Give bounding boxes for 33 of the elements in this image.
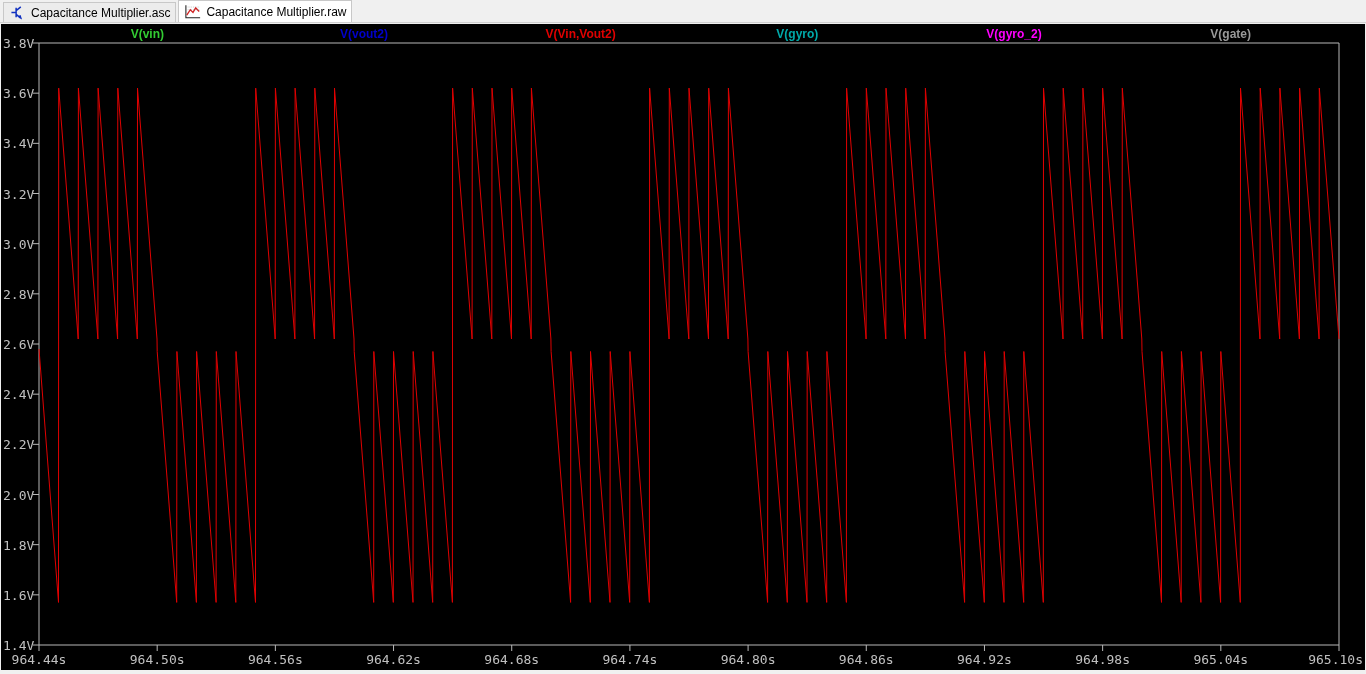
x-axis-label: 965.04s [1193,652,1249,667]
y-axis-label: 1.8V [3,537,35,553]
x-axis-label: 964.56s [247,652,303,667]
x-axis-label: 964.62s [366,652,421,667]
y-axis-label: 2.4V [3,387,35,403]
x-axis-label: 964.92s [957,652,1012,667]
x-axis-label: 964.80s [720,652,776,667]
trace-label[interactable]: V(gate) [1210,27,1251,41]
document-tab[interactable]: Capacitance Multiplier.raw [178,0,353,22]
y-axis-label: 2.2V [3,437,35,453]
document-tab[interactable]: Capacitance Multiplier.asc [3,2,177,22]
y-axis-label: 3.4V [3,136,35,152]
x-axis-label: 964.44s [11,652,67,667]
trace-label[interactable]: V(Vin,Vout2) [545,27,616,41]
x-axis-label: 964.86s [838,652,894,667]
x-axis-label: 964.68s [484,652,540,667]
trace-label[interactable]: V(gyro) [776,27,819,41]
y-axis-label: 3.2V [3,186,35,202]
y-axis-label: 2.0V [3,487,35,503]
trace-label[interactable]: V(gyro_2) [986,27,1042,41]
y-axis-label: 3.0V [3,236,35,252]
x-axis-label: 964.50s [129,652,185,667]
y-axis-label: 3.6V [3,86,35,102]
x-axis-label: 964.98s [1075,652,1131,667]
y-axis-label: 2.6V [3,337,35,352]
y-axis-label: 1.4V [3,638,35,653]
y-axis-label: 1.6V [3,587,35,603]
trace-label[interactable]: V(vin) [130,27,164,41]
waveform-icon [185,4,202,19]
y-axis-label: 2.8V [3,286,35,302]
x-axis-label: 965.10s [1308,652,1363,667]
y-axis-label: 3.8V [3,36,35,51]
x-axis-label: 964.74s [602,652,658,667]
